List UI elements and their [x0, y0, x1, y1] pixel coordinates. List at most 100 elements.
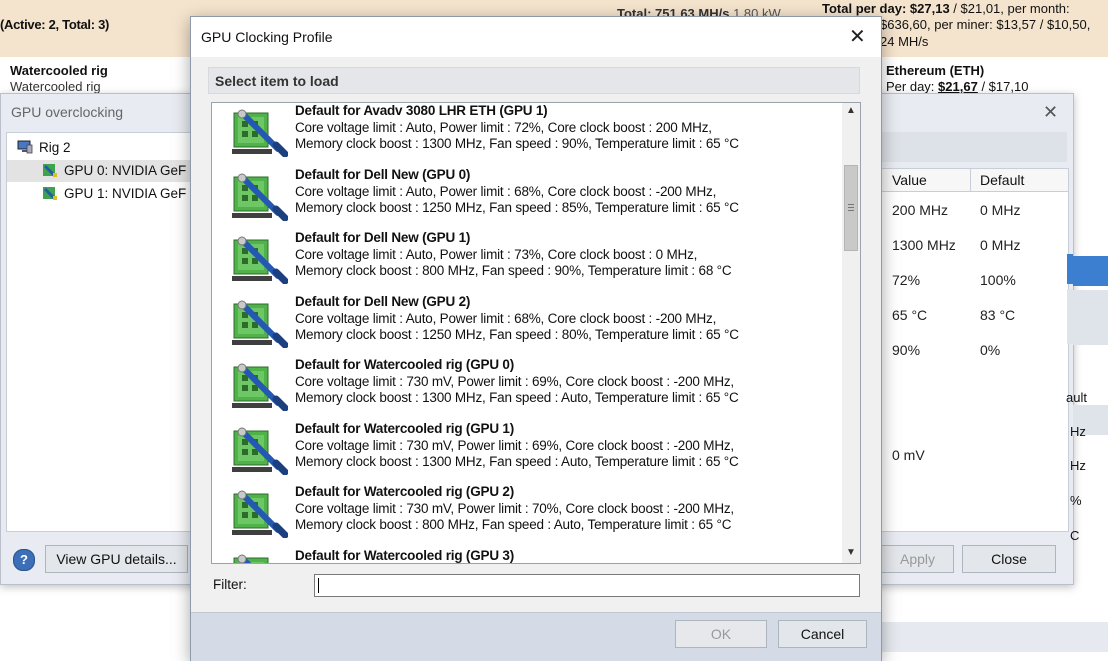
per-month-line: $636,60, per miner: $13,57 / $10,50,: [880, 17, 1091, 32]
filter-label: Filter:: [213, 577, 247, 592]
profile-details-line-1: Core voltage limit : Auto, Power limit :…: [295, 183, 717, 199]
tree-rig-label: Rig 2: [39, 140, 71, 155]
profile-details-line-1: Core voltage limit : Auto, Power limit :…: [295, 120, 712, 135]
gpu-tools-icon: [230, 554, 288, 563]
col-default-fragment: ault: [1066, 390, 1087, 405]
rate-line: 24 MH/s: [880, 34, 929, 49]
profile-name: Default for Watercooled rig (GPU 2): [295, 484, 515, 499]
list-item[interactable]: Default for Avadv 3080 LHR ETH (GPU 1) Co…: [212, 103, 842, 167]
grid-header: Value Default: [880, 169, 1068, 192]
col-value-header: Value: [892, 172, 927, 188]
right-panel-header-strip: [879, 132, 1067, 162]
grid-value[interactable]: 65 °C: [892, 307, 927, 323]
list-item[interactable]: Default for Dell New (GPU 1) Core voltage…: [212, 230, 842, 294]
list-item[interactable]: Default for Watercooled rig (GPU 3): [212, 547, 842, 563]
profile-name: Default for Watercooled rig (GPU 3): [295, 547, 515, 563]
gpu-tools-icon: [230, 363, 289, 412]
tree-gpu-1-label: GPU 1: NVIDIA GeF: [64, 186, 187, 201]
grid-default: 0 MHz: [980, 202, 1021, 218]
profile-details-line-2: Memory clock boost : 1300 MHz, Fan speed…: [295, 136, 739, 151]
profile-details-line-2: Memory clock boost : 800 MHz, Fan speed …: [295, 517, 732, 532]
profile-details-line-2: Memory clock boost : 800 MHz, Fan speed …: [295, 263, 732, 278]
grid-default: 0%: [980, 342, 1001, 358]
cell-fragment: %: [1070, 493, 1082, 508]
profile-details-line-2: Memory clock boost : 1250 MHz, Fan speed…: [295, 199, 739, 215]
list-item[interactable]: Default for Dell New (GPU 0) Core voltage…: [212, 167, 842, 231]
help-icon[interactable]: ?: [13, 549, 35, 571]
profile-details-line-2: Memory clock boost : 1300 MHz, Fan speed…: [295, 390, 739, 405]
gpu-icon: [43, 187, 57, 201]
profile-name: Default for Dell New (GPU 1): [295, 230, 471, 245]
grid-default: 83 °C: [980, 307, 1016, 323]
profile-name: Default for Watercooled rig (GPU 0): [295, 357, 515, 372]
tree-item-gpu-1[interactable]: GPU 1: NVIDIA GeF: [7, 183, 186, 205]
grid-default: 100%: [980, 272, 1016, 288]
window-title: GPU overclocking: [11, 104, 124, 120]
gpu-clocking-profile-dialog: GPU Clocking Profile ✕ Select item to lo…: [190, 16, 882, 661]
tree-gpu-0-label: GPU 0: NVIDIA GeF: [64, 163, 187, 178]
rig-name: Watercooled rig: [10, 63, 108, 78]
profile-name: Default for Avadv 3080 LHR ETH (GPU 1): [295, 103, 548, 118]
bg-selected-strip: [1073, 256, 1108, 286]
profile-details-line-1: Core voltage limit : 730 mV, Power limit…: [295, 501, 734, 516]
view-gpu-details-button[interactable]: View GPU details...: [45, 545, 188, 573]
text-caret: [318, 578, 319, 593]
gpu-tools-icon: [230, 109, 289, 158]
grid-value[interactable]: 1300 MHz: [892, 237, 956, 253]
profile-name: Default for Dell New (GPU 0): [295, 166, 471, 182]
coin-per-day: Per day: $21,67 / $17,10: [886, 79, 1029, 94]
scrollbar-thumb[interactable]: [844, 165, 858, 251]
bg-panel-strip: [1073, 290, 1108, 345]
total-per-day: Total per day: $27,13 / $21,01, per mont…: [822, 1, 1070, 16]
apply-button[interactable]: Apply: [881, 545, 954, 573]
profile-details-line-1: Core voltage limit : Auto, Power limit :…: [295, 310, 717, 326]
gpu-tools-icon: [230, 236, 289, 285]
list-scrollbar[interactable]: ▲ ▼: [842, 103, 860, 563]
computer-icon: [17, 140, 33, 154]
section-title: Select item to load: [215, 73, 339, 89]
ok-button[interactable]: OK: [675, 620, 767, 648]
gpu-icon: [43, 164, 57, 178]
col-default-header: Default: [980, 172, 1025, 188]
settings-grid: Value Default 200 MHz 0 MHz 1300 MHz 0 M…: [879, 168, 1069, 532]
list-item[interactable]: Default for Watercooled rig (GPU 0) Core …: [212, 357, 842, 421]
close-button[interactable]: Close: [962, 545, 1056, 573]
rig-tree: Rig 2 GPU 0: NVIDIA GeF GPU 1: NVIDIA Ge…: [6, 132, 208, 532]
grid-value[interactable]: 90%: [892, 342, 920, 358]
grid-default: 0 MHz: [980, 237, 1021, 253]
cell-fragment: Hz: [1070, 424, 1086, 439]
rig-subname: Watercooled rig: [10, 79, 101, 94]
tree-item-rig[interactable]: Rig 2: [17, 137, 71, 159]
profile-list[interactable]: Default for Avadv 3080 LHR ETH (GPU 1) Co…: [211, 102, 861, 564]
gpu-tools-icon: [230, 427, 289, 475]
profile-name: Default for Dell New (GPU 2): [295, 293, 471, 309]
cell-fragment: C: [1070, 528, 1080, 543]
scroll-down-icon[interactable]: ▼: [846, 547, 856, 558]
gpu-tools-icon: [230, 300, 289, 348]
voltage-value[interactable]: 0 mV: [892, 447, 925, 463]
gpu-tools-icon: [230, 173, 289, 221]
close-icon[interactable]: ✕: [849, 24, 866, 49]
list-item[interactable]: Default for Watercooled rig (GPU 2) Core …: [212, 484, 842, 548]
list-item[interactable]: Default for Dell New (GPU 2) Core voltage…: [212, 294, 842, 358]
close-icon[interactable]: ✕: [1043, 102, 1058, 123]
grid-value[interactable]: 200 MHz: [892, 202, 948, 218]
gpu-tools-icon: [230, 490, 289, 539]
cancel-button[interactable]: Cancel: [778, 620, 867, 648]
scroll-up-icon[interactable]: ▲: [846, 105, 856, 116]
dialog-title: GPU Clocking Profile: [201, 29, 333, 45]
list-item[interactable]: Default for Watercooled rig (GPU 1) Core …: [212, 421, 842, 485]
coin-name: Ethereum (ETH): [886, 63, 985, 78]
filter-input[interactable]: [314, 574, 860, 597]
active-total-label: (Active: 2, Total: 3): [0, 17, 110, 32]
profile-details-line-1: Core voltage limit : 730 mV, Power limit…: [295, 374, 734, 389]
profile-details-line-2: Memory clock boost : 1300 MHz, Fan speed…: [295, 453, 739, 469]
section-header: Select item to load: [208, 67, 860, 94]
dialog-footer: OK Cancel: [191, 612, 881, 661]
profile-details-line-1: Core voltage limit : Auto, Power limit :…: [295, 247, 698, 262]
profile-details-line-1: Core voltage limit : 730 mV, Power limit…: [295, 437, 734, 453]
grid-value[interactable]: 72%: [892, 272, 920, 288]
profile-name: Default for Watercooled rig (GPU 1): [295, 420, 515, 436]
bg-bottom-strip: [880, 622, 1108, 652]
tree-item-gpu-0[interactable]: GPU 0: NVIDIA GeF: [7, 160, 207, 182]
